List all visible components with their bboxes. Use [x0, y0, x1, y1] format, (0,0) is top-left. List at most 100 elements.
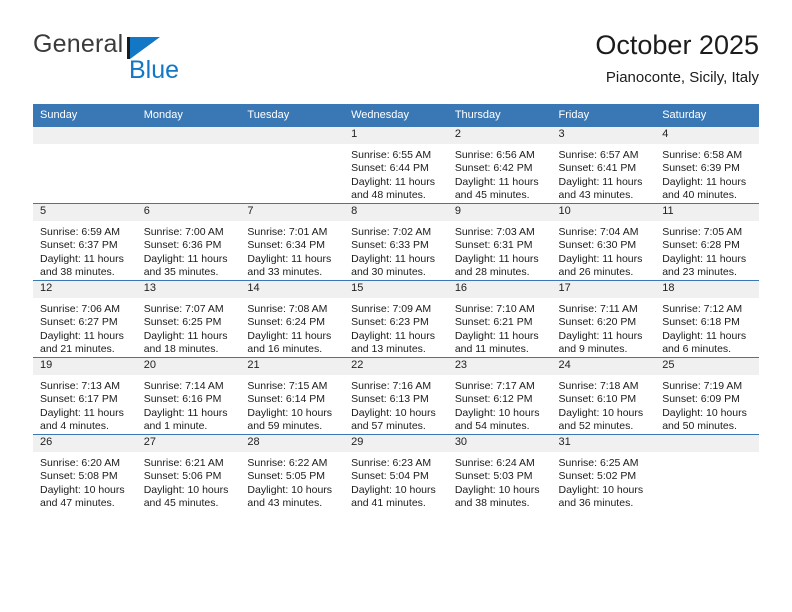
calendar-day-cell[interactable]: 15 Sunrise: 7:09 AM Sunset: 6:23 PM Dayligh… [344, 280, 448, 358]
day-number: 27 [136, 435, 241, 452]
daylight-duration-line-2: and 45 minutes. [143, 497, 219, 510]
sunrise-time: Sunrise: 7:14 AM [143, 380, 224, 392]
daylight-duration-line-1: Daylight: 10 hours [351, 406, 436, 419]
day-details: Sunrise: 7:06 AM Sunset: 6:27 PM Daylight:… [33, 298, 137, 357]
calendar-week-row: 1 Sunrise: 6:55 AM Sunset: 6:44 PM Daylight… [33, 126, 759, 204]
calendar-day-cell[interactable]: 11 Sunrise: 7:05 AM Sunset: 6:28 PM Dayligh… [655, 203, 759, 281]
calendar-day-cell[interactable]: 17 Sunrise: 7:11 AM Sunset: 6:20 PM Dayligh… [551, 280, 656, 358]
sunrise-time: Sunrise: 7:18 AM [558, 380, 639, 392]
calendar-day-cell[interactable]: 29 Sunrise: 6:23 AM Sunset: 5:04 PM Dayligh… [344, 434, 448, 512]
calendar-day-cell[interactable]: 13 Sunrise: 7:07 AM Sunset: 6:25 PM Dayligh… [136, 280, 241, 358]
calendar-day-cell[interactable]: 7 Sunrise: 7:01 AM Sunset: 6:34 PM Daylight… [240, 203, 345, 281]
day-number: 29 [344, 435, 448, 452]
sunrise-time: Sunrise: 7:13 AM [40, 380, 120, 392]
weekday-header-thursday: Thursday [447, 104, 552, 127]
calendar-day-cell[interactable]: 16 Sunrise: 7:10 AM Sunset: 6:21 PM Dayligh… [447, 280, 552, 358]
sunrise-time: Sunrise: 6:20 AM [40, 457, 120, 469]
sunset-time: Sunset: 6:39 PM [662, 162, 740, 175]
sunset-time: Sunset: 5:06 PM [143, 470, 222, 483]
daylight-duration-line-2: and 33 minutes. [247, 266, 323, 279]
sunset-time: Sunset: 6:41 PM [558, 162, 637, 175]
sunrise-time: Sunrise: 6:24 AM [454, 457, 535, 469]
day-number: 6 [136, 204, 241, 221]
calendar-day-cell[interactable]: 24 Sunrise: 7:18 AM Sunset: 6:10 PM Dayligh… [551, 357, 656, 435]
daylight-duration-line-1: Daylight: 11 hours [662, 329, 747, 342]
sunrise-time: Sunrise: 7:00 AM [143, 226, 224, 238]
sunset-time: Sunset: 6:44 PM [351, 162, 429, 175]
calendar-day-cell[interactable]: 19 Sunrise: 7:13 AM Sunset: 6:17 PM Dayligh… [33, 357, 137, 435]
daylight-duration-line-2: and 43 minutes. [558, 189, 634, 202]
calendar-day-cell[interactable]: 3 Sunrise: 6:57 AM Sunset: 6:41 PM Daylight… [551, 126, 656, 204]
daylight-duration-line-2: and 38 minutes. [40, 266, 115, 279]
calendar-day-cell[interactable]: 1 Sunrise: 6:55 AM Sunset: 6:44 PM Daylight… [344, 126, 448, 204]
daylight-duration-line-2: and 38 minutes. [454, 497, 530, 510]
day-number: 16 [447, 281, 552, 298]
calendar-week-row: 19 Sunrise: 7:13 AM Sunset: 6:17 PM Dayligh… [33, 357, 759, 435]
calendar-day-cell[interactable]: 12 Sunrise: 7:06 AM Sunset: 6:27 PM Dayligh… [33, 280, 137, 358]
weekday-header-wednesday: Wednesday [344, 104, 448, 127]
calendar-day-cell[interactable]: 5 Sunrise: 6:59 AM Sunset: 6:37 PM Daylight… [33, 203, 137, 281]
sunrise-time: Sunrise: 6:25 AM [558, 457, 639, 469]
page-header: General Blue October 2025 Pianoconte, Si… [33, 28, 759, 98]
calendar-day-cell[interactable]: 25 Sunrise: 7:19 AM Sunset: 6:09 PM Dayligh… [655, 357, 759, 435]
calendar-day-cell[interactable]: 27 Sunrise: 6:21 AM Sunset: 5:06 PM Dayligh… [136, 434, 241, 512]
sunset-time: Sunset: 6:36 PM [143, 239, 222, 252]
calendar-day-cell[interactable]: 23 Sunrise: 7:17 AM Sunset: 6:12 PM Dayligh… [447, 357, 552, 435]
daylight-duration-line-2: and 47 minutes. [40, 497, 115, 510]
daylight-duration-line-1: Daylight: 11 hours [558, 329, 643, 342]
calendar-day-cell[interactable]: 9 Sunrise: 7:03 AM Sunset: 6:31 PM Daylight… [447, 203, 552, 281]
weekday-header-row: Sunday Monday Tuesday Wednesday Thursday… [33, 104, 759, 127]
day-number: 3 [551, 127, 656, 144]
daylight-duration-line-2: and 4 minutes. [40, 420, 109, 433]
sunset-time: Sunset: 6:27 PM [40, 316, 118, 329]
calendar-day-cell[interactable]: 14 Sunrise: 7:08 AM Sunset: 6:24 PM Dayligh… [240, 280, 345, 358]
sunrise-time: Sunrise: 7:12 AM [662, 303, 743, 315]
calendar-page: General Blue October 2025 Pianoconte, Si… [0, 0, 792, 612]
daylight-duration-line-1: Daylight: 10 hours [662, 406, 747, 419]
daylight-duration-line-1: Daylight: 11 hours [662, 175, 747, 188]
sunrise-time: Sunrise: 7:04 AM [558, 226, 639, 238]
day-details: Sunrise: 6:22 AM Sunset: 5:05 PM Daylight:… [240, 452, 344, 511]
sunset-time: Sunset: 5:02 PM [558, 470, 637, 483]
calendar-day-cell[interactable]: 4 Sunrise: 6:58 AM Sunset: 6:39 PM Daylight… [655, 126, 759, 204]
calendar-day-cell[interactable]: 30 Sunrise: 6:24 AM Sunset: 5:03 PM Dayligh… [447, 434, 552, 512]
day-number: 19 [33, 358, 137, 375]
calendar-day-cell[interactable]: 21 Sunrise: 7:15 AM Sunset: 6:14 PM Dayligh… [240, 357, 345, 435]
calendar-day-cell[interactable]: 28 Sunrise: 6:22 AM Sunset: 5:05 PM Dayligh… [240, 434, 345, 512]
sunrise-time: Sunrise: 7:02 AM [351, 226, 432, 238]
calendar-day-cell[interactable]: 2 Sunrise: 6:56 AM Sunset: 6:42 PM Daylight… [447, 126, 552, 204]
calendar-day-cell[interactable]: 22 Sunrise: 7:16 AM Sunset: 6:13 PM Dayligh… [344, 357, 448, 435]
day-number: 5 [33, 204, 137, 221]
daylight-duration-line-2: and 30 minutes. [351, 266, 426, 279]
sunset-time: Sunset: 6:18 PM [662, 316, 740, 329]
calendar-week-row: 12 Sunrise: 7:06 AM Sunset: 6:27 PM Dayligh… [33, 280, 759, 358]
day-number: 30 [447, 435, 552, 452]
calendar-day-cell[interactable]: 31 Sunrise: 6:25 AM Sunset: 5:02 PM Dayligh… [551, 434, 656, 512]
day-details: Sunrise: 7:10 AM Sunset: 6:21 PM Daylight:… [448, 298, 552, 357]
sunset-time: Sunset: 6:30 PM [558, 239, 637, 252]
calendar-day-cell[interactable]: 18 Sunrise: 7:12 AM Sunset: 6:18 PM Dayligh… [655, 280, 759, 358]
sunset-time: Sunset: 6:31 PM [454, 239, 533, 252]
calendar-week-row: 26 Sunrise: 6:20 AM Sunset: 5:08 PM Dayligh… [33, 434, 759, 512]
daylight-duration-line-2: and 23 minutes. [662, 266, 737, 279]
calendar-day-cell[interactable]: 20 Sunrise: 7:14 AM Sunset: 6:16 PM Dayligh… [136, 357, 241, 435]
sunset-time: Sunset: 6:24 PM [247, 316, 326, 329]
day-number: 11 [655, 204, 759, 221]
weekday-header-saturday: Saturday [655, 104, 759, 127]
day-details: Sunrise: 7:01 AM Sunset: 6:34 PM Daylight:… [240, 221, 344, 280]
calendar-day-cell[interactable]: 26 Sunrise: 6:20 AM Sunset: 5:08 PM Dayligh… [33, 434, 137, 512]
daylight-duration-line-1: Daylight: 11 hours [662, 252, 747, 265]
day-details: Sunrise: 7:15 AM Sunset: 6:14 PM Daylight:… [240, 375, 344, 434]
daylight-duration-line-2: and 40 minutes. [662, 189, 737, 202]
day-details: Sunrise: 7:12 AM Sunset: 6:18 PM Daylight:… [655, 298, 759, 357]
calendar-day-cell[interactable]: 10 Sunrise: 7:04 AM Sunset: 6:30 PM Dayligh… [551, 203, 656, 281]
calendar-day-cell[interactable]: 6 Sunrise: 7:00 AM Sunset: 6:36 PM Daylight… [136, 203, 241, 281]
sunset-time: Sunset: 6:25 PM [143, 316, 222, 329]
daylight-duration-line-2: and 26 minutes. [558, 266, 634, 279]
day-details: Sunrise: 6:56 AM Sunset: 6:42 PM Daylight:… [448, 144, 552, 203]
day-number: 1 [344, 127, 448, 144]
calendar-day-cell[interactable]: 8 Sunrise: 7:02 AM Sunset: 6:33 PM Daylight… [344, 203, 448, 281]
sunset-time: Sunset: 6:14 PM [247, 393, 326, 406]
sunrise-time: Sunrise: 7:15 AM [247, 380, 328, 392]
daylight-duration-line-1: Daylight: 10 hours [558, 483, 644, 496]
